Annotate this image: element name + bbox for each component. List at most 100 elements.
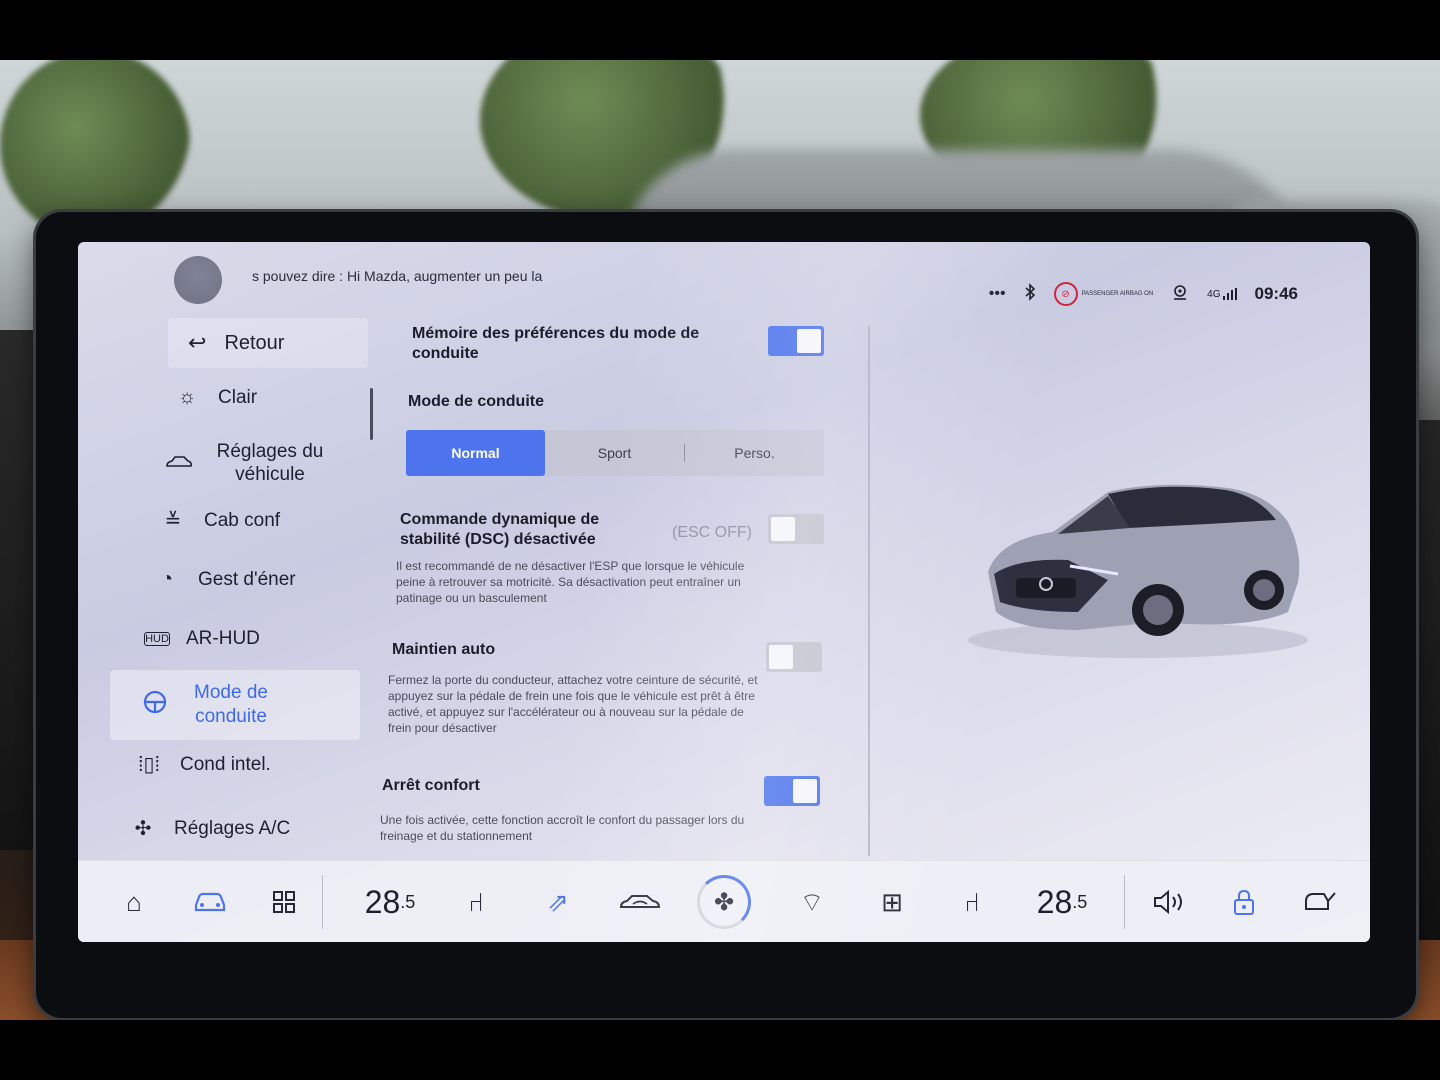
letterbox-top: [0, 0, 1440, 60]
volume-button[interactable]: [1142, 861, 1198, 942]
airbag-label: PASSENGER AIRBAG ON: [1081, 290, 1154, 297]
sidebar-item-label: Réglages du véhicule: [216, 441, 324, 485]
dock-separator: [322, 875, 323, 929]
fan-icon: ✤: [697, 875, 751, 929]
drive-mode-perso[interactable]: Perso.: [685, 430, 824, 476]
drive-mode-settings: Mémoire des préférences du mode de condu…: [374, 316, 864, 856]
volume-icon: [1154, 889, 1182, 915]
seat-heat-left-icon: ⑁: [468, 886, 484, 917]
signal-icon: 4G: [1207, 288, 1237, 300]
car-door-button[interactable]: [1292, 861, 1348, 942]
front-defrost-icon: ⌔: [799, 886, 825, 917]
fan-speed-button[interactable]: ✤: [694, 861, 754, 942]
lock-icon: [1234, 889, 1254, 915]
content-divider: [868, 326, 870, 856]
assistant-avatar[interactable]: [174, 256, 222, 304]
drive-mode-sport[interactable]: Sport: [545, 430, 684, 476]
airflow-button[interactable]: ⇗: [530, 861, 586, 942]
back-arrow-icon: ↩: [188, 330, 207, 355]
temp-integer: 28: [1036, 883, 1073, 920]
sidebar-item-drive-mode[interactable]: Mode de conduite: [110, 670, 360, 740]
sidebar-item-ar-hud[interactable]: HUD AR-HUD: [144, 628, 260, 650]
steering-wheel-icon: [140, 690, 170, 720]
dsc-toggle[interactable]: [768, 514, 824, 544]
fan-icon: ✣: [134, 818, 152, 840]
sidebar-item-label: Cond intel.: [180, 753, 271, 775]
apps-grid-icon: [273, 891, 295, 913]
car-door-icon: [1305, 892, 1336, 910]
passenger-seat-heat-button[interactable]: ⑁: [946, 861, 998, 942]
sidebar-item-clair[interactable]: ☼ Clair: [172, 386, 257, 409]
toggle-knob: [793, 779, 817, 803]
door-lock-button[interactable]: [1218, 861, 1270, 942]
comfort-stop-description: Une fois activée, cette fonction accroît…: [380, 813, 745, 843]
apps-button[interactable]: [258, 861, 310, 942]
recirculation-button[interactable]: [610, 861, 670, 942]
dock-separator: [1124, 875, 1125, 929]
sidebar-item-label: Réglages A/C: [174, 817, 291, 839]
driver-temperature[interactable]: 28.5: [350, 861, 430, 942]
airflow-icon: ⇗: [547, 886, 569, 917]
dsc-title: Commande dynamique de stabilité (DSC) dé…: [400, 511, 600, 548]
drive-mode-selector: Normal Sport Perso.: [406, 430, 824, 476]
rear-defrost-icon: ⊞: [881, 886, 903, 917]
comfort-stop-title: Arrêt confort: [382, 777, 480, 794]
toggle-knob: [769, 645, 793, 669]
vehicle-button[interactable]: [182, 861, 238, 942]
voice-hint: s pouvez dire : Hi Mazda, augmenter un p…: [252, 268, 543, 284]
driver-seat-heat-button[interactable]: ⑁: [450, 861, 502, 942]
clock: 09:46: [1254, 284, 1298, 303]
home-icon: ⌂: [126, 886, 142, 917]
signal-label: 4G: [1207, 289, 1221, 300]
esc-off-status: (ESC OFF): [672, 524, 752, 541]
sidebar-item-label: Gest d'éner: [198, 568, 296, 590]
auto-hold-title: Maintien auto: [392, 641, 496, 658]
status-bar: s pouvez dire : Hi Mazda, augmenter un p…: [78, 242, 1370, 312]
infotainment-screen: s pouvez dire : Hi Mazda, augmenter un p…: [78, 242, 1370, 942]
sidebar-item-vehicle-settings[interactable]: Réglages du véhicule: [164, 440, 364, 486]
sidebar-item-smart-driving[interactable]: ⁞▯⁞ Cond intel.: [134, 752, 271, 777]
home-button[interactable]: ⌂: [108, 861, 160, 942]
energy-icon: ◔: [160, 568, 174, 590]
lane-icon: ⁞▯⁞: [137, 754, 161, 776]
letterbox-bottom: [0, 1020, 1440, 1080]
sun-icon: ☼: [177, 386, 197, 408]
sidebar-item-cab-conf[interactable]: ≚ Cab conf: [158, 508, 280, 533]
toggle-knob: [771, 517, 795, 541]
status-icons: ••• ⊘ PASSENGER AIRBAG ON 4G 09:46: [989, 282, 1298, 306]
passenger-airbag-indicator: ⊘ PASSENGER AIRBAG ON: [1053, 282, 1154, 306]
front-defrost-button[interactable]: ⌔: [786, 861, 838, 942]
passenger-temperature[interactable]: 28.5: [1022, 861, 1102, 942]
drive-mode-title: Mode de conduite: [408, 393, 544, 410]
rear-defrost-button[interactable]: ⊞: [866, 861, 918, 942]
temp-decimal: .5: [400, 891, 416, 912]
vehicle-render: [958, 462, 1318, 662]
sidebar-item-label: AR-HUD: [186, 628, 260, 649]
comfort-stop-toggle[interactable]: [764, 776, 820, 806]
memory-preference-title: Mémoire des préférences du mode de condu…: [412, 325, 700, 362]
location-icon: [1171, 283, 1189, 306]
temp-decimal: .5: [1072, 891, 1088, 912]
car-icon: [194, 892, 226, 912]
more-icon[interactable]: •••: [989, 285, 1006, 303]
hud-icon: HUD: [144, 632, 170, 646]
car-recirc-icon: [619, 895, 661, 908]
auto-hold-description: Fermez la porte du conducteur, attachez …: [388, 673, 758, 735]
dsc-description: Il est recommandé de ne désactiver l'ESP…: [396, 559, 745, 605]
sidebar-item-label: Cab conf: [204, 509, 281, 531]
airbag-icon: ⊘: [1053, 282, 1078, 306]
back-label: Retour: [224, 331, 285, 354]
memory-preference-toggle[interactable]: [768, 326, 824, 356]
cabin-icon: ≚: [164, 510, 182, 532]
bottom-dock: ⌂ 28.5 ⑁ ⇗ ✤ ⌔ ⊞ ⑁ 28 .5: [78, 860, 1370, 942]
bluetooth-icon: [1024, 282, 1036, 306]
drive-mode-normal[interactable]: Normal: [406, 430, 545, 476]
sidebar-item-energy[interactable]: ◔ Gest d'éner: [152, 568, 296, 591]
back-button[interactable]: ↩ Retour: [168, 318, 368, 368]
settings-sidebar: ↩ Retour ☼ Clair Réglages du véhicule ≚ …: [88, 312, 373, 842]
auto-hold-toggle[interactable]: [766, 642, 822, 672]
sidebar-scroll-indicator: [370, 388, 373, 440]
sidebar-item-label: Mode de conduite: [194, 682, 268, 727]
sidebar-item-ac-settings[interactable]: ✣ Réglages A/C: [128, 816, 291, 841]
temp-integer: 28: [364, 883, 401, 920]
